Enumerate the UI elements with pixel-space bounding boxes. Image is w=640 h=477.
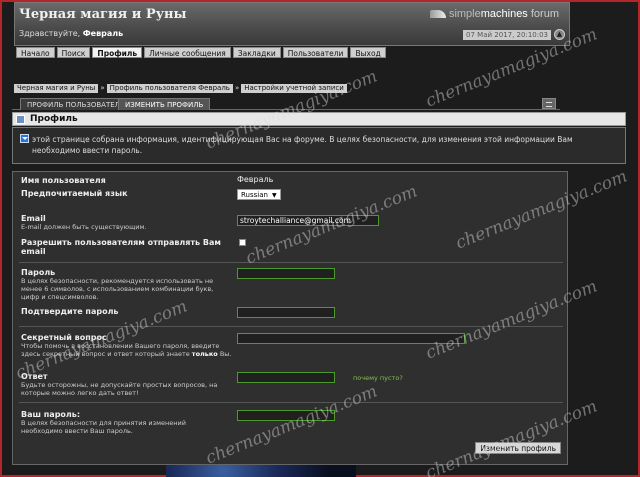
language-select[interactable]: Russian ▼	[237, 189, 281, 200]
collapse-header-icon[interactable]: ▲	[554, 29, 565, 40]
email-label: Email	[21, 214, 46, 223]
greeting: Здравствуйте, Февраль	[19, 29, 123, 38]
logo-text-3: forum	[527, 8, 559, 20]
form-divider	[19, 262, 563, 263]
smf-logo-icon	[429, 10, 446, 19]
email-hint: E-mail должен быть существующим.	[21, 223, 147, 231]
breadcrumb-separator: »	[234, 84, 240, 92]
secret-question-hint-text-1: Чтобы помочь в восстановлении Вашего пар…	[21, 342, 220, 358]
submit-profile-button[interactable]: Изменить профиль	[475, 442, 561, 454]
site-title[interactable]: Черная магия и Руны	[19, 7, 187, 22]
menu-bookmarks[interactable]: Закладки	[232, 47, 281, 58]
username-label: Имя пользователя	[21, 176, 106, 185]
secret-question-label: Секретный вопрос	[21, 333, 107, 342]
greeting-prefix: Здравствуйте,	[19, 29, 83, 38]
forum-header: Черная магия и Руны simplemachines forum…	[14, 2, 570, 46]
logo-text-1: simple	[448, 8, 481, 20]
current-password-hint: В целях безопасности для принятия измене…	[21, 419, 186, 435]
current-password-label: Ваш пароль:	[21, 410, 81, 419]
chevron-down-icon: ▼	[271, 192, 277, 199]
password-label: Пароль	[21, 268, 56, 277]
secret-question-field[interactable]	[237, 333, 465, 344]
email-field[interactable]: stroytechalliance@gmail.com	[237, 215, 379, 226]
menu-profile[interactable]: Профиль	[92, 47, 143, 58]
confirm-password-field[interactable]	[237, 307, 335, 318]
breadcrumb: Черная магия и Руны » Профиль пользовате…	[14, 84, 347, 93]
answer-field[interactable]	[237, 372, 335, 383]
category-title: Профиль	[30, 114, 78, 124]
allow-email-checkbox[interactable]	[239, 239, 246, 246]
breadcrumb-user-profile[interactable]: Профиль пользователя Февраль	[106, 84, 233, 93]
current-password-field[interactable]	[237, 410, 335, 421]
tab-user-profile[interactable]: ПРОФИЛЬ ПОЛЬЗОВАТЕЛЯ	[20, 98, 132, 110]
menu-home[interactable]: Начало	[16, 47, 55, 58]
menu-messages[interactable]: Личные сообщения	[144, 47, 231, 58]
menu-search[interactable]: Поиск	[56, 47, 91, 58]
menu-logout[interactable]: Выход	[350, 47, 386, 58]
menu-toggle-icon[interactable]	[542, 98, 556, 109]
profile-icon	[16, 115, 25, 124]
secret-question-hint-bold: только	[191, 350, 218, 358]
form-divider	[19, 326, 563, 327]
tab-edit-profile[interactable]: ИЗМЕНИТЬ ПРОФИЛЬ	[118, 98, 211, 110]
username: Февраль	[82, 29, 124, 38]
secret-question-hint-text-2: Вы.	[217, 350, 232, 358]
password-field[interactable]	[237, 268, 335, 279]
breadcrumb-separator: »	[100, 84, 105, 92]
footer-banner-image	[166, 465, 356, 477]
main-menu: Начало Поиск Профиль Личные сообщения За…	[16, 47, 386, 58]
allow-email-label: Разрешить пользователям отправлять Вам e…	[21, 238, 221, 256]
logo-text-2: machines	[480, 8, 528, 20]
info-text: этой странице собрана информация, иденти…	[32, 135, 573, 155]
info-arrow-icon	[20, 134, 29, 143]
answer-label: Ответ	[21, 372, 48, 381]
language-label: Предпочитаемый язык	[21, 189, 128, 198]
smf-logo[interactable]: simplemachines forum	[429, 8, 559, 20]
confirm-password-label: Подтвердите пароль	[21, 307, 119, 316]
form-divider	[19, 402, 563, 403]
breadcrumb-account-settings[interactable]: Настройки учетной записи	[241, 84, 347, 93]
info-box: этой странице собрана информация, иденти…	[12, 127, 626, 164]
empty-help-link[interactable]: почему пусто?	[353, 374, 403, 382]
datetime: 07 Май 2017, 20:10:03	[463, 30, 551, 40]
profile-form: Имя пользователя Февраль Предпочитаемый …	[12, 171, 568, 465]
breadcrumb-forum[interactable]: Черная магия и Руны	[14, 84, 99, 93]
username-value: Февраль	[237, 175, 274, 184]
password-hint: В целях безопасности, рекомендуется испо…	[21, 277, 214, 301]
menu-members[interactable]: Пользователи	[282, 47, 349, 58]
answer-hint: Будьте осторожны, не допускайте простых …	[21, 381, 218, 397]
language-value: Russian	[241, 191, 268, 199]
secret-question-hint: Чтобы помочь в восстановлении Вашего пар…	[21, 342, 236, 358]
profile-tabs: ПРОФИЛЬ ПОЛЬЗОВАТЕЛЯ ИЗМЕНИТЬ ПРОФИЛЬ	[12, 98, 560, 110]
category-bar: Профиль	[12, 112, 626, 126]
